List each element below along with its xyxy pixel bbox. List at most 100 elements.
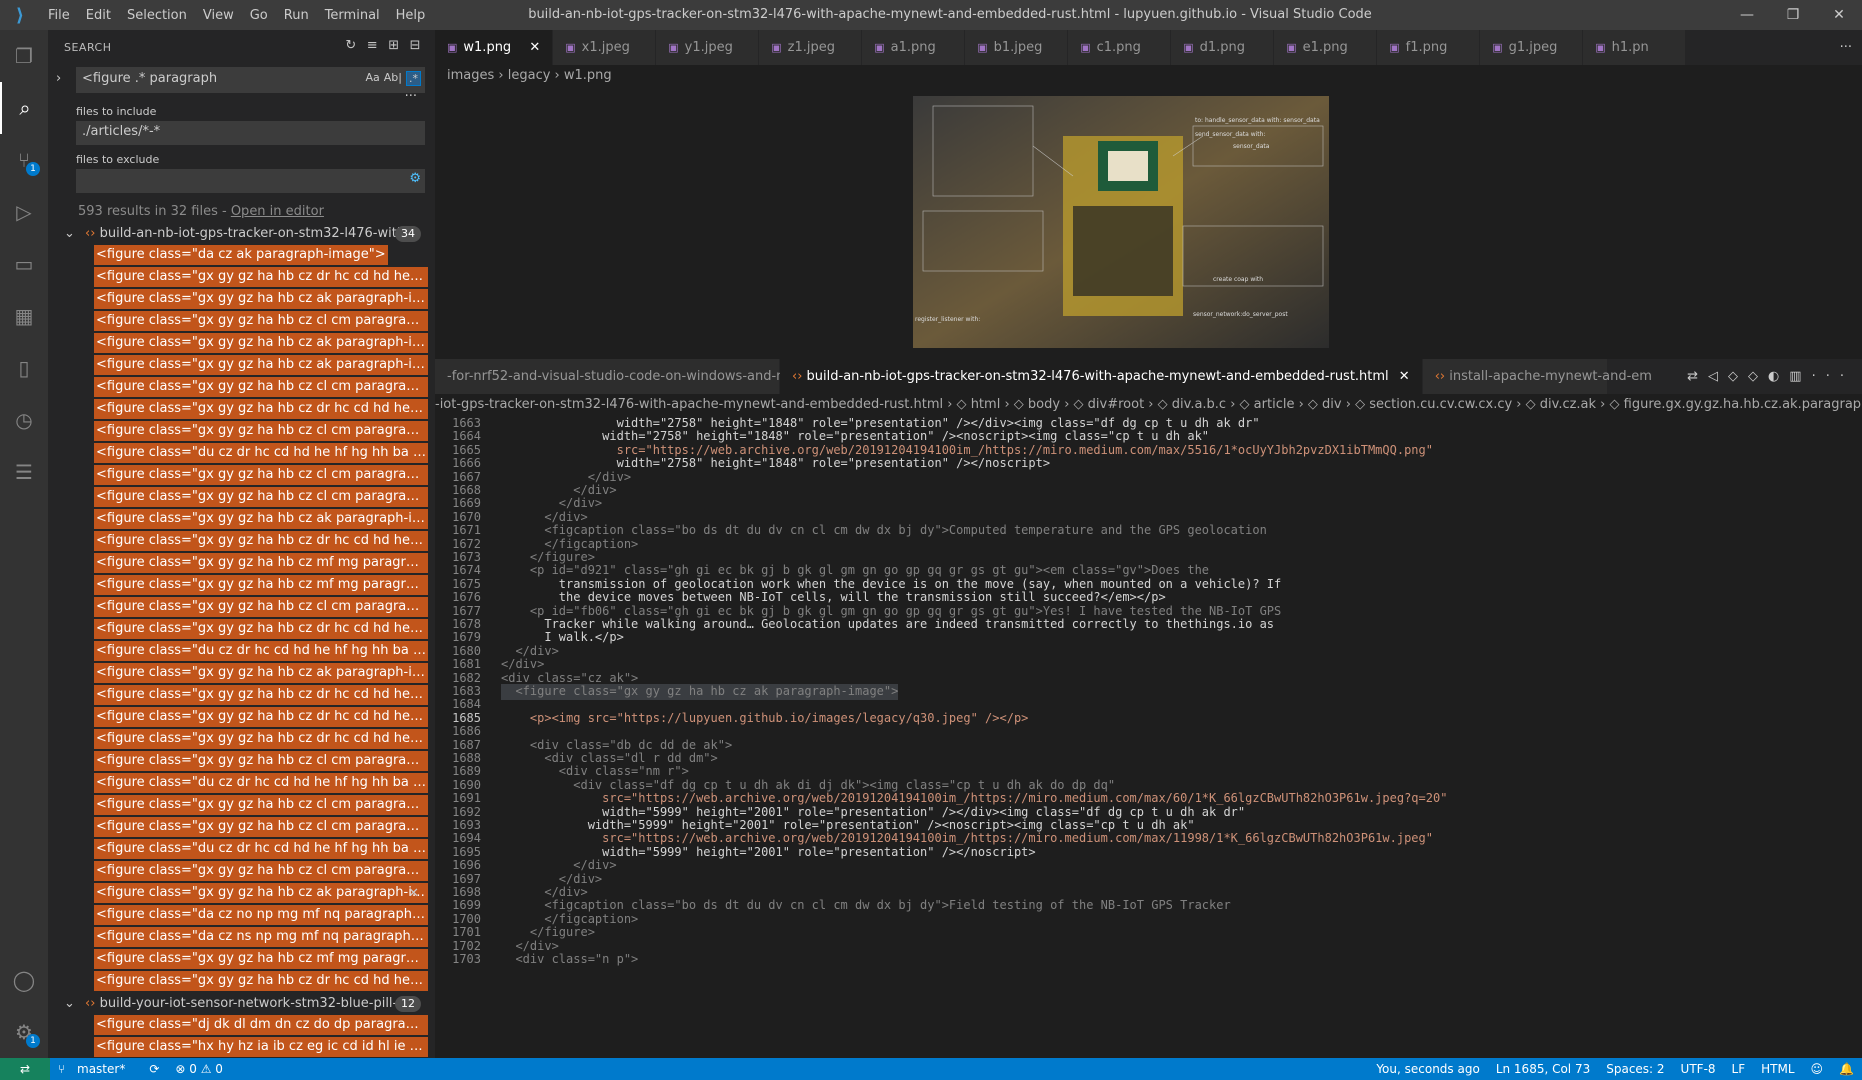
line-ending[interactable]: LF bbox=[1724, 1058, 1754, 1080]
search-result-item[interactable]: <figure class="gx gy gz ha hb cz ak para… bbox=[48, 663, 435, 685]
tab-z1.jpeg[interactable]: ▣ z1.jpeg bbox=[759, 30, 863, 65]
cursor-position[interactable]: Ln 1685, Col 73 bbox=[1488, 1058, 1598, 1080]
search-result-item[interactable]: <figure class="gx gy gz ha hb cz dr hc c… bbox=[48, 971, 435, 993]
more-options-icon[interactable]: ··· bbox=[405, 89, 417, 104]
result-file-header[interactable]: ⌄ ‹› build-your-iot-sensor-network-stm32… bbox=[48, 993, 435, 1015]
search-result-item[interactable]: <figure class="gx gy gz ha hb cz ak para… bbox=[48, 355, 435, 377]
search-result-item[interactable]: <figure class="gx gy gz ha hb cz mf mg p… bbox=[48, 553, 435, 575]
close-tab-icon[interactable]: ✕ bbox=[1395, 369, 1410, 384]
menu-item-help[interactable]: Help bbox=[388, 8, 434, 23]
search-result-item[interactable]: <figure class="da cz ak paragraph-image"… bbox=[48, 245, 435, 267]
source-control-icon[interactable]: ⑂ 1 bbox=[0, 134, 48, 186]
indentation[interactable]: Spaces: 2 bbox=[1598, 1058, 1672, 1080]
search-result-item[interactable]: <figure class="gx gy gz ha hb cz cl cm p… bbox=[48, 795, 435, 817]
breadcrumb-item[interactable]: div#root bbox=[1088, 397, 1145, 412]
tab-y1.jpeg[interactable]: ▣ y1.jpeg bbox=[656, 30, 760, 65]
more-actions-icon[interactable]: ··· bbox=[1840, 40, 1852, 55]
breadcrumb-item[interactable]: div.a.b.c bbox=[1172, 397, 1226, 412]
files-include-input[interactable]: ./articles/*-* bbox=[76, 121, 425, 145]
search-result-item[interactable]: <figure class="gx gy gz ha hb cz cl cm p… bbox=[48, 311, 435, 333]
sync-icon[interactable]: ⟳ bbox=[141, 1058, 167, 1080]
language-mode[interactable]: HTML bbox=[1753, 1058, 1802, 1080]
search-result-item[interactable]: <figure class="gx gy gz ha hb cz dr hc c… bbox=[48, 619, 435, 641]
result-file-header[interactable]: ⌄ ‹› build-an-nb-iot-gps-tracker-on-stm3… bbox=[48, 223, 435, 245]
tab-e1.png[interactable]: ▣ e1.png bbox=[1274, 30, 1378, 65]
match-word-toggle[interactable]: Ab| bbox=[384, 71, 402, 86]
search-result-item[interactable]: <figure class="gx gy gz ha hb cz ak para… bbox=[48, 883, 435, 905]
code-tab[interactable]: -for-nrf52-and-visual-studio-code-on-win… bbox=[435, 359, 852, 394]
collapse-all-icon[interactable]: ⊟ bbox=[410, 38, 421, 53]
search-result-item[interactable]: <figure class="hx hy hz ia ib cz eg ic c… bbox=[48, 1037, 435, 1058]
breadcrumb-item[interactable]: legacy bbox=[508, 68, 551, 83]
menu-item-file[interactable]: File bbox=[40, 8, 78, 23]
menu-item-selection[interactable]: Selection bbox=[119, 8, 195, 23]
tab-a1.png[interactable]: ▣ a1.png bbox=[862, 30, 966, 65]
breadcrumb-item[interactable]: w1.png bbox=[564, 68, 612, 83]
menu-item-run[interactable]: Run bbox=[276, 8, 317, 23]
code-editor[interactable]: 1663 width="2758" height="1848" role="pr… bbox=[435, 416, 1862, 1058]
close-icon[interactable]: ✕ bbox=[1816, 0, 1862, 30]
settings-gear-icon[interactable]: ⚙ 1 bbox=[0, 1006, 48, 1058]
search-result-item[interactable]: <figure class="gx gy gz ha hb cz dr hc c… bbox=[48, 729, 435, 751]
branch-indicator[interactable]: ⑂ master* bbox=[50, 1058, 141, 1080]
search-result-item[interactable]: <figure class="du cz dr hc cd hd he hf h… bbox=[48, 773, 435, 795]
toggle-replace-icon[interactable]: › bbox=[56, 71, 61, 86]
search-result-item[interactable]: <figure class="gx gy gz ha hb cz dr hc c… bbox=[48, 707, 435, 729]
breadcrumb-item[interactable]: -iot-gps-tracker-on-stm32-l476-with-apac… bbox=[435, 397, 943, 412]
search-result-item[interactable]: <figure class="da cz ns np mg mf nq para… bbox=[48, 927, 435, 949]
remote-explorer-icon[interactable]: ▭ bbox=[0, 238, 48, 290]
account-icon[interactable]: ◯ bbox=[0, 954, 48, 1006]
breadcrumb-item[interactable]: section.cu.cv.cw.cx.cy bbox=[1369, 397, 1512, 412]
search-result-item[interactable]: <figure class="gx gy gz ha hb cz cl cm p… bbox=[48, 421, 435, 443]
tab-f1.png[interactable]: ▣ f1.png bbox=[1377, 30, 1481, 65]
search-result-item[interactable]: <figure class="du cz dr hc cd hd he hf h… bbox=[48, 839, 435, 861]
search-result-item[interactable]: <figure class="gx gy gz ha hb cz mf mg p… bbox=[48, 575, 435, 597]
search-result-item[interactable]: <figure class="gx gy gz ha hb cz cl cm p… bbox=[48, 597, 435, 619]
match-case-toggle[interactable]: Aa bbox=[366, 71, 380, 86]
code-tab[interactable]: ‹› install-apache-mynewt-and-em bbox=[1422, 359, 1652, 394]
breadcrumb-item[interactable]: images bbox=[447, 68, 494, 83]
search-result-item[interactable]: <figure class="gx gy gz ha hb cz ak para… bbox=[48, 509, 435, 531]
search-result-item[interactable]: <figure class="gx gy gz ha hb cz mf mg p… bbox=[48, 949, 435, 971]
dismiss-result-icon[interactable]: ✕ bbox=[408, 883, 419, 905]
files-exclude-input[interactable]: ⚙ bbox=[76, 169, 425, 193]
regex-toggle[interactable]: .* bbox=[406, 71, 421, 86]
tab-g1.jpeg[interactable]: ▣ g1.jpeg bbox=[1480, 30, 1584, 65]
remote-indicator-icon[interactable]: ⇄ bbox=[0, 1058, 50, 1080]
use-exclude-settings-icon[interactable]: ⚙ bbox=[409, 171, 421, 186]
outline-icon[interactable]: ☰ bbox=[0, 446, 48, 498]
restore-icon[interactable]: ❐ bbox=[1770, 0, 1816, 30]
clear-results-icon[interactable]: ≡ bbox=[367, 38, 378, 53]
problems-indicator[interactable]: ⊗ 0 ⚠ 0 bbox=[167, 1058, 231, 1080]
run-debug-icon[interactable]: ▷ bbox=[0, 186, 48, 238]
tab-h1.pn[interactable]: ▣ h1.pn bbox=[1583, 30, 1687, 65]
menu-item-terminal[interactable]: Terminal bbox=[317, 8, 388, 23]
search-result-item[interactable]: <figure class="gx gy gz ha hb cz ak para… bbox=[48, 289, 435, 311]
close-tab-icon[interactable]: ✕ bbox=[525, 40, 540, 55]
new-search-editor-icon[interactable]: ⊞ bbox=[388, 38, 399, 53]
search-result-item[interactable]: <figure class="gx gy gz ha hb cz dr hc c… bbox=[48, 399, 435, 421]
bookmarks-icon[interactable]: ▯ bbox=[0, 342, 48, 394]
extensions-icon[interactable]: ▦ bbox=[0, 290, 48, 342]
explorer-icon[interactable]: ❐ bbox=[0, 30, 48, 82]
search-result-item[interactable]: <figure class="da cz no np mg mf nq para… bbox=[48, 905, 435, 927]
notifications-icon[interactable]: 🔔 bbox=[1831, 1058, 1862, 1080]
search-result-item[interactable]: <figure class="gx gy gz ha hb cz dr hc c… bbox=[48, 685, 435, 707]
breadcrumb-item[interactable]: figure.gx.gy.gz.ha.hb.cz.ak.paragraph-im… bbox=[1624, 397, 1862, 412]
search-result-item[interactable]: <figure class="gx gy gz ha hb cz dr hc c… bbox=[48, 531, 435, 553]
tab-x1.jpeg[interactable]: ▣ x1.jpeg bbox=[553, 30, 657, 65]
open-in-editor-link[interactable]: Open in editor bbox=[231, 204, 324, 219]
menu-item-view[interactable]: View bbox=[195, 8, 242, 23]
tab-w1.png[interactable]: ▣ w1.png ✕ bbox=[435, 30, 554, 65]
search-result-item[interactable]: <figure class="gx gy gz ha hb cz ak para… bbox=[48, 333, 435, 355]
feedback-icon[interactable]: ☺ bbox=[1803, 1058, 1832, 1080]
refresh-icon[interactable]: ↻ bbox=[345, 38, 356, 53]
search-result-item[interactable]: <figure class="gx gy gz ha hb cz cl cm p… bbox=[48, 487, 435, 509]
minimize-icon[interactable]: — bbox=[1724, 0, 1770, 30]
encoding[interactable]: UTF-8 bbox=[1673, 1058, 1724, 1080]
breadcrumb-item[interactable]: body bbox=[1028, 397, 1060, 412]
search-result-item[interactable]: <figure class="gx gy gz ha hb cz cl cm p… bbox=[48, 861, 435, 883]
menu-item-edit[interactable]: Edit bbox=[78, 8, 119, 23]
breadcrumb-item[interactable]: div bbox=[1322, 397, 1342, 412]
search-result-item[interactable]: <figure class="gx gy gz ha hb cz dr hc c… bbox=[48, 267, 435, 289]
